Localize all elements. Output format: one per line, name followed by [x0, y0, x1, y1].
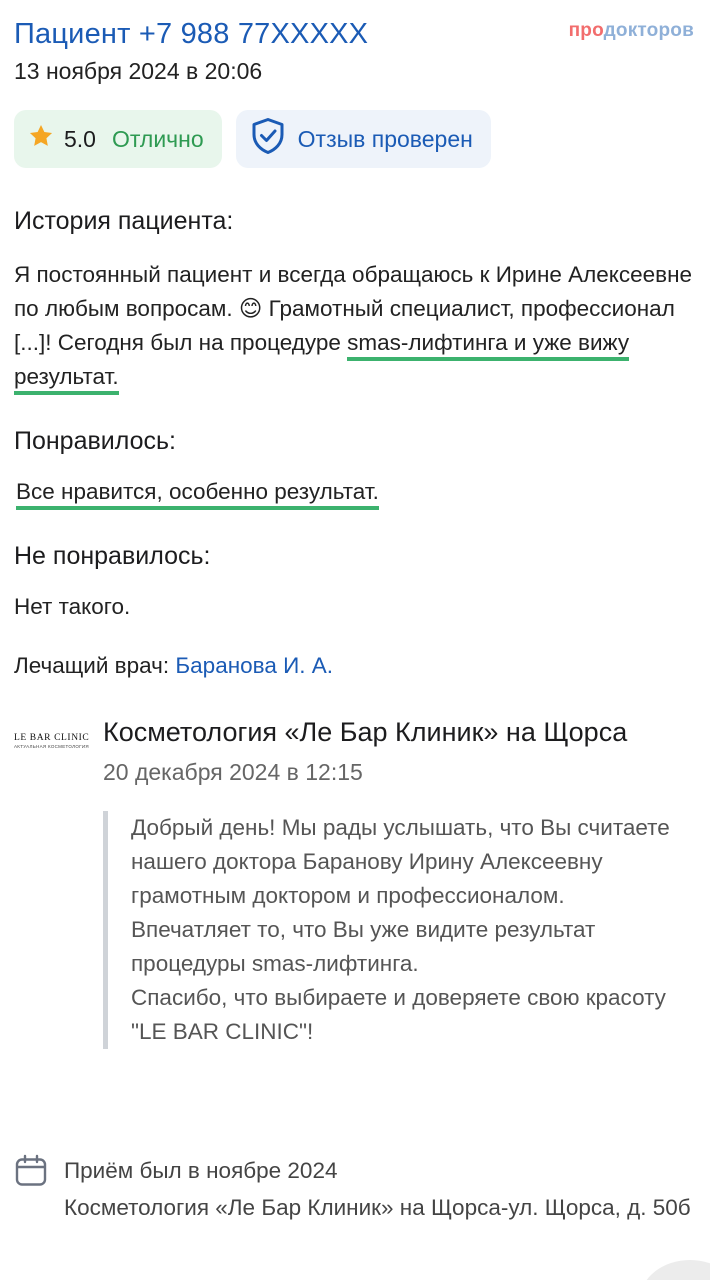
reply-date: 20 декабря 2024 в 12:15	[103, 759, 363, 785]
liked-heading: Понравилось:	[14, 427, 176, 455]
rating-badge: 5.0 Отлично	[14, 110, 222, 168]
rating-score: 5.0	[64, 125, 96, 152]
review-header: Пациент +7 988 77XXXXX 13 ноября 2024 в …	[14, 14, 694, 88]
history-text: Я постоянный пациент и всегда обращаюсь …	[14, 258, 694, 395]
disliked-section: Не понравилось: Нет такого.	[14, 539, 694, 624]
reply-paragraph: Спасибо, что выбираете и доверяете свою …	[131, 985, 666, 1044]
rating-word: Отлично	[111, 125, 204, 152]
liked-highlight: Все нравится, особенно результат.	[16, 479, 379, 510]
verified-badge[interactable]: Отзыв проверен	[235, 110, 491, 168]
brand-logo-part1: про	[568, 20, 604, 41]
visit-text: Приём был в ноябре 2024 Косметология «Ле…	[64, 1152, 691, 1226]
history-heading: История пациента:	[14, 207, 234, 235]
clinic-logo-text: LE BAR CLINIC	[14, 733, 90, 743]
calendar-icon	[14, 1154, 48, 1188]
review-date: 13 ноября 2024 в 20:06	[14, 58, 263, 84]
corner-decoration	[640, 1260, 710, 1280]
disliked-heading: Не понравилось:	[14, 542, 211, 570]
disliked-text: Нет такого.	[14, 594, 131, 619]
visit-date: Приём был в ноябре 2024	[64, 1158, 338, 1183]
clinic-name[interactable]: Косметология «Ле Бар Клиник» на Щорса	[103, 712, 670, 752]
doctor-label: Лечащий врач:	[14, 653, 170, 678]
doctor-link[interactable]: Баранова И. А.	[175, 653, 333, 678]
verified-label: Отзыв проверен	[297, 125, 473, 152]
liked-section: Понравилось: Все нравится, особенно резу…	[14, 424, 694, 510]
visit-info: Приём был в ноябре 2024 Косметология «Ле…	[14, 1152, 694, 1226]
clinic-logo-subtext: АКТУАЛЬНАЯ КОСМЕТОЛОГИЯ	[14, 744, 89, 749]
star-icon	[28, 123, 54, 155]
clinic-logo: LE BAR CLINIC АКТУАЛЬНАЯ КОСМЕТОЛОГИЯ	[14, 733, 90, 749]
shield-check-icon	[250, 117, 286, 161]
clinic-reply: Косметология «Ле Бар Клиник» на Щорса 20…	[103, 712, 670, 1049]
brand-logo-part2: докторов	[603, 20, 694, 41]
visit-location[interactable]: Косметология «Ле Бар Клиник» на Щорса-ул…	[64, 1189, 691, 1226]
doctor-line: Лечащий врач: Баранова И. А.	[14, 653, 694, 679]
reply-paragraph: Добрый день! Мы рады услышать, что Вы сч…	[131, 815, 670, 976]
history-section: История пациента: Я постоянный пациент и…	[14, 204, 694, 395]
brand-logo[interactable]: продокторов	[569, 20, 694, 42]
reply-quote: Добрый день! Мы рады услышать, что Вы сч…	[103, 811, 670, 1049]
liked-text: Все нравится, особенно результат.	[16, 475, 694, 510]
review-badges: 5.0 Отлично Отзыв проверен	[14, 110, 491, 168]
